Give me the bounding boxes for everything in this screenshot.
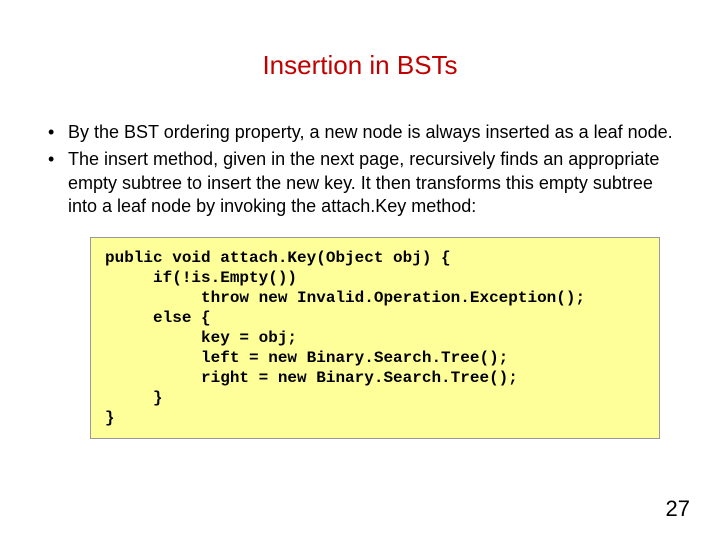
page-number: 27 xyxy=(666,496,690,522)
bullet-item: The insert method, given in the next pag… xyxy=(40,148,680,218)
bullet-item: By the BST ordering property, a new node… xyxy=(40,121,680,144)
code-block: public void attach.Key(Object obj) { if(… xyxy=(90,237,660,439)
slide-title: Insertion in BSTs xyxy=(40,50,680,81)
slide: Insertion in BSTs By the BST ordering pr… xyxy=(0,0,720,540)
bullet-list: By the BST ordering property, a new node… xyxy=(40,121,680,219)
